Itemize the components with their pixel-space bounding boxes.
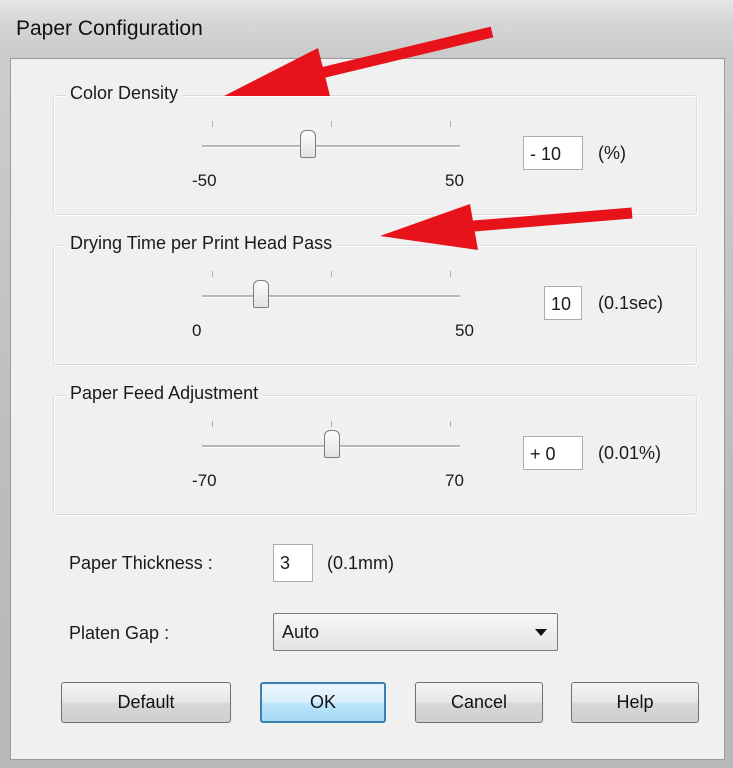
annotation-arrows — [224, 26, 633, 250]
annotation-arrow-drying-time — [380, 204, 633, 250]
annotation-arrow-color-density — [224, 26, 494, 96]
